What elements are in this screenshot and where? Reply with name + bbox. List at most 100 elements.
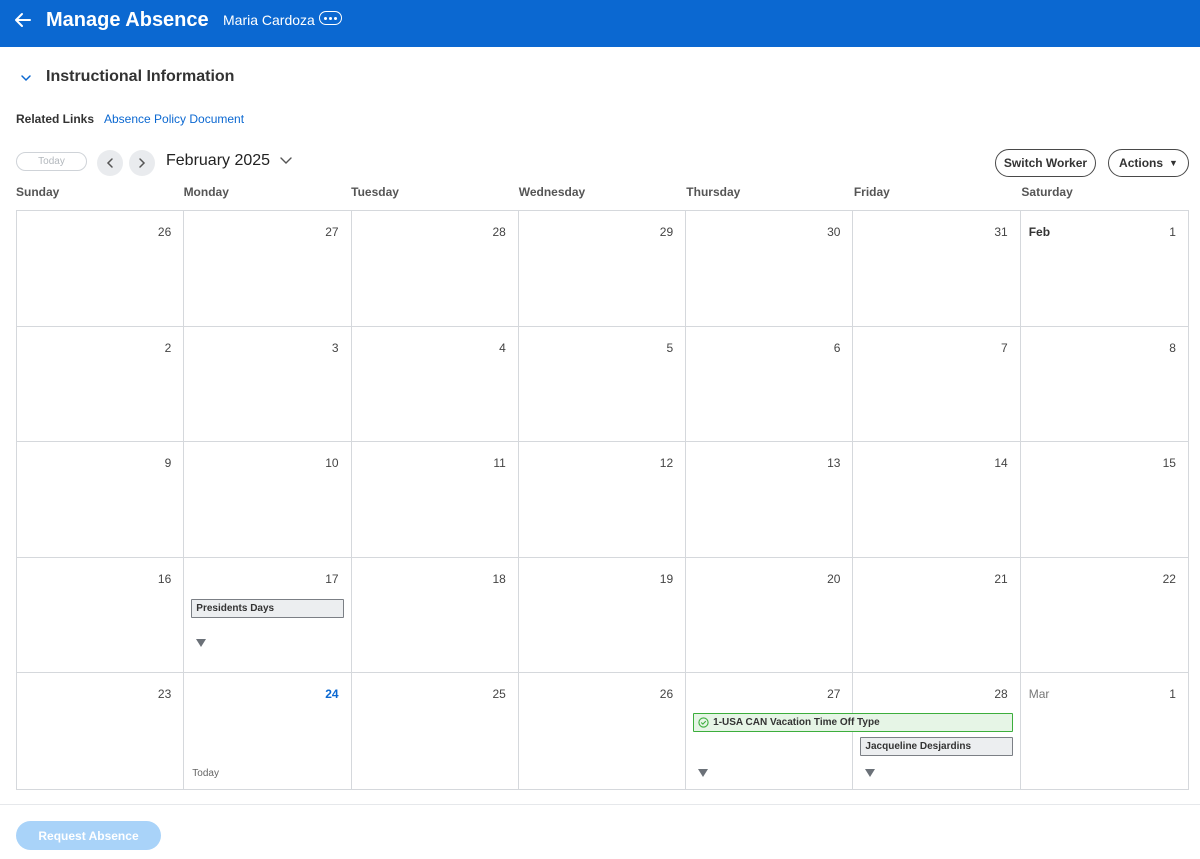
back-arrow-icon[interactable] <box>12 9 34 31</box>
day-number: 27 <box>325 225 339 239</box>
day-number: 28 <box>492 225 506 239</box>
show-more-caret-icon[interactable] <box>196 638 207 647</box>
day-number: 8 <box>1169 340 1176 355</box>
day-number: 10 <box>325 456 339 471</box>
show-more-caret-icon[interactable] <box>698 769 709 778</box>
more-dot-icon <box>324 16 327 20</box>
calendar-day-cell[interactable]: 6 <box>686 326 854 443</box>
more-dot-icon <box>329 16 332 20</box>
today-button[interactable]: Today <box>16 152 87 171</box>
month-selector[interactable]: February 2025 <box>166 151 270 171</box>
calendar-day-cell[interactable]: 26 <box>17 211 185 327</box>
calendar-day-cell[interactable]: 19 <box>518 557 687 674</box>
related-links-label: Related Links <box>16 112 95 126</box>
calendar-day-cell[interactable]: 3 <box>184 326 352 443</box>
calendar-day-cell[interactable]: 21 <box>853 557 1021 674</box>
day-number: 20 <box>827 571 841 586</box>
chevron-left-icon <box>106 158 113 168</box>
presidents-day-event-label: Presidents Days <box>196 602 275 614</box>
day-number: 28 <box>994 687 1008 702</box>
calendar-day-cell[interactable]: Feb 1 <box>1020 211 1188 327</box>
chevron-down-icon[interactable] <box>279 156 293 166</box>
weekday-label: Monday <box>183 185 229 199</box>
more-dot-icon <box>334 16 337 20</box>
calendar-day-cell[interactable]: 29 <box>518 211 687 327</box>
day-number: 9 <box>164 456 172 471</box>
day-number: 26 <box>157 225 172 239</box>
next-month-button[interactable] <box>129 150 155 176</box>
calendar-day-cell[interactable]: 14 <box>853 442 1021 558</box>
calendar-day-cell[interactable]: 7 <box>853 326 1021 443</box>
calendar-day-cell[interactable]: 10 <box>184 442 352 558</box>
day-number: 22 <box>1162 571 1176 586</box>
calendar-day-cell[interactable]: 2 <box>17 326 185 443</box>
day-number: 11 <box>493 456 506 471</box>
page-title: Manage Absence <box>46 9 209 31</box>
calendar-day-cell[interactable]: 25 <box>351 673 519 789</box>
calendar-day-cell[interactable]: 9 <box>17 442 185 558</box>
switch-worker-button[interactable]: Switch Worker <box>995 149 1096 177</box>
actions-button[interactable]: Actions ▼ <box>1108 149 1189 177</box>
calendar-day-cell[interactable]: Mar 1 <box>1020 673 1188 789</box>
show-more-caret-icon[interactable] <box>865 769 876 778</box>
day-number: 4 <box>499 340 506 355</box>
calendar-day-cell[interactable]: 13 <box>686 442 854 558</box>
calendar-day-cell[interactable]: 18 <box>351 557 519 674</box>
weekday-label: Saturday <box>1021 185 1073 199</box>
calendar-day-cell[interactable]: 8 <box>1020 326 1188 443</box>
day-number: 2 <box>164 340 172 355</box>
calendar-day-cell[interactable]: 26 <box>518 673 687 789</box>
absence-policy-link[interactable]: Absence Policy Document <box>104 112 244 126</box>
calendar-day-cell[interactable]: 15 <box>1020 442 1188 558</box>
footer-divider <box>0 804 1200 805</box>
day-number: 7 <box>1001 340 1008 355</box>
calendar-day-cell[interactable]: 17 Presidents Days <box>184 557 352 674</box>
section-title[interactable]: Instructional Information <box>46 67 234 87</box>
day-number: 26 <box>659 687 674 702</box>
calendar-day-cell[interactable]: 23 <box>17 673 185 789</box>
day-number: 17 <box>325 571 339 586</box>
day-number: 23 <box>157 687 172 702</box>
chevron-down-icon[interactable] <box>19 71 33 85</box>
day-number: 29 <box>659 225 674 239</box>
related-actions-button[interactable] <box>319 11 342 25</box>
day-number: 5 <box>666 340 674 355</box>
jacqueline-desjardins-event-label: Jacqueline Desjardins <box>865 741 972 753</box>
day-number: 3 <box>331 340 339 355</box>
actions-label: Actions <box>1119 156 1164 170</box>
worker-name: Maria Cardoza <box>223 12 315 28</box>
calendar-day-cell[interactable]: 22 <box>1020 557 1188 674</box>
calendar-day-cell[interactable]: 28 <box>351 211 519 327</box>
day-number: 12 <box>659 456 674 471</box>
calendar-day-cell[interactable]: 4 <box>351 326 519 443</box>
calendar-day-cell[interactable]: 27 <box>184 211 352 327</box>
calendar-day-cell[interactable]: 27 1-USA CAN Vacation Time Off Type <box>686 673 1014 789</box>
calendar-day-cell[interactable]: 30 <box>686 211 854 327</box>
jacqueline-desjardins-event[interactable]: Jacqueline Desjardins <box>860 737 1014 757</box>
day-number: 14 <box>994 456 1008 471</box>
vacation-time-off-event[interactable]: 1-USA CAN Vacation Time Off Type <box>693 713 1014 733</box>
presidents-day-event[interactable]: Presidents Days <box>191 598 345 618</box>
day-number: 21 <box>994 571 1008 586</box>
calendar-day-cell[interactable]: 31 <box>853 211 1021 327</box>
today-marker: Today <box>192 767 219 779</box>
previous-month-button[interactable] <box>97 150 123 176</box>
calendar-grid: 26 27 28 29 30 31 Feb 1 2 3 4 5 6 7 8 9 10 11 12 13 14 15 16 17… <box>16 210 1189 790</box>
caret-down-icon: ▼ <box>1169 158 1178 168</box>
calendar-day-cell[interactable]: 16 <box>17 557 185 674</box>
request-absence-button[interactable]: Request Absence <box>16 821 161 850</box>
day-number: 1 <box>1169 687 1176 702</box>
calendar-day-cell[interactable]: 5 <box>518 326 687 443</box>
day-number: 6 <box>833 340 841 355</box>
weekday-label: Tuesday <box>351 185 399 199</box>
month-tag: Feb <box>1028 225 1051 239</box>
calendar-day-cell[interactable]: 11 <box>351 442 519 558</box>
day-number: 25 <box>492 687 506 702</box>
weekday-label: Friday <box>853 185 890 199</box>
vacation-time-off-event-label: 1-USA CAN Vacation Time Off Type <box>713 717 880 729</box>
calendar-day-cell[interactable]: 20 <box>686 557 854 674</box>
calendar-day-cell[interactable]: 12 <box>518 442 687 558</box>
day-number: 31 <box>994 225 1008 239</box>
calendar-day-cell[interactable]: 24 Today <box>184 673 352 789</box>
check-circle-icon <box>698 717 709 729</box>
